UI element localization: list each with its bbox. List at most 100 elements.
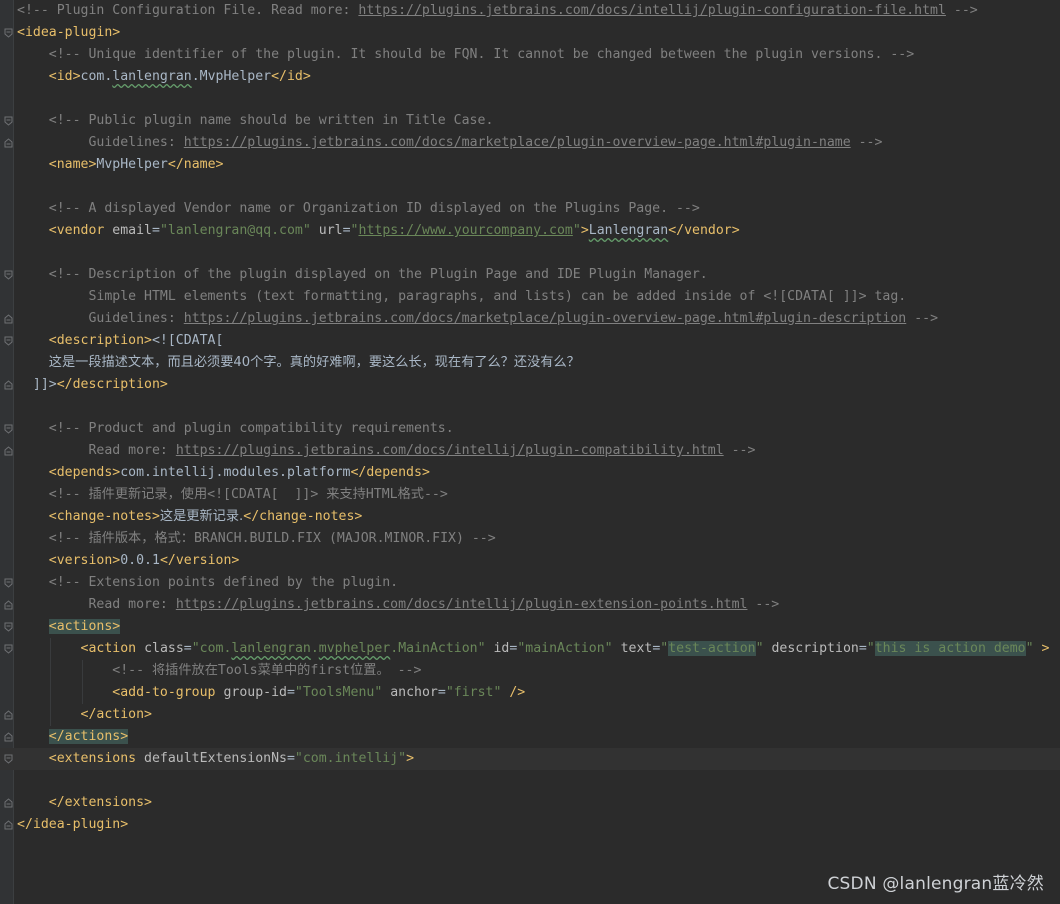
code-line[interactable]: [0, 396, 1060, 418]
code-line[interactable]: </extensions>: [0, 792, 1060, 814]
fold-close-icon[interactable]: [4, 138, 13, 148]
code-area[interactable]: <!-- Plugin Configuration File. Read mor…: [0, 0, 1060, 904]
code-token: lanlengran: [112, 69, 192, 84]
code-token[interactable]: https://www.yourcompany.com: [359, 223, 573, 238]
code-token: com.: [80, 69, 113, 84]
fold-close-icon[interactable]: [4, 600, 13, 610]
code-line[interactable]: Simple HTML elements (text formatting, p…: [0, 286, 1060, 308]
code-line[interactable]: <add-to-group group-id="ToolsMenu" ancho…: [0, 682, 1060, 704]
code-line[interactable]: <!-- 插件版本，格式：BRANCH.BUILD.FIX (MAJOR.MIN…: [0, 528, 1060, 550]
fold-close-icon[interactable]: [4, 380, 13, 390]
fold-open-icon[interactable]: [4, 28, 13, 38]
code-token: >: [580, 223, 589, 238]
code-line[interactable]: <depends>com.intellij.modules.platform</…: [0, 462, 1060, 484]
code-line[interactable]: <!-- Description of the plugin displayed…: [0, 264, 1060, 286]
fold-close-icon[interactable]: [4, 820, 13, 830]
code-line[interactable]: <!-- 插件更新记录，使用<![CDATA[ ]]> 来支持HTML格式-->: [0, 484, 1060, 506]
code-token: id: [493, 641, 510, 656]
code-token: <vendor: [48, 223, 113, 238]
code-line[interactable]: </actions>: [0, 726, 1060, 748]
code-line[interactable]: ]]></description>: [0, 374, 1060, 396]
code-line[interactable]: <version>0.0.1</version>: [0, 550, 1060, 572]
code-token[interactable]: https://plugins.jetbrains.com/docs/intel…: [176, 597, 748, 612]
code-line[interactable]: [0, 176, 1060, 198]
code-token: 来支持: [326, 487, 366, 502]
code-token: ": [755, 641, 764, 656]
code-line[interactable]: 这是一段描述文本，而且必须要40个字。真的好难啊，要这么长，现在有了么？还没有么…: [0, 352, 1060, 374]
code-token[interactable]: https://plugins.jetbrains.com/docs/intel…: [358, 3, 946, 18]
code-token: <actions>: [48, 619, 121, 634]
code-line[interactable]: <id>com.lanlengran.MvpHelper</id>: [0, 66, 1060, 88]
code-token: <idea-plugin>: [17, 25, 121, 40]
xml-code-editor[interactable]: <!-- Plugin Configuration File. Read mor…: [0, 0, 1060, 904]
fold-open-icon[interactable]: [4, 270, 13, 280]
code-token: <!-- Description of the plugin displayed…: [48, 267, 708, 282]
code-line[interactable]: <!-- 将插件放在Tools菜单中的first位置。 -->: [0, 660, 1060, 682]
fold-open-icon[interactable]: [4, 578, 13, 588]
code-line[interactable]: </idea-plugin>: [0, 814, 1060, 836]
code-token: ": [866, 641, 875, 656]
code-line[interactable]: <vendor email="lanlengran@qq.com" url="h…: [0, 220, 1060, 242]
code-token[interactable]: https://plugins.jetbrains.com/docs/marke…: [184, 135, 851, 150]
code-line[interactable]: <actions>: [0, 616, 1060, 638]
code-line[interactable]: Guidelines: https://plugins.jetbrains.co…: [0, 132, 1060, 154]
fold-close-icon[interactable]: [4, 314, 13, 324]
code-token: =: [858, 641, 867, 656]
fold-close-icon[interactable]: [4, 446, 13, 456]
code-token[interactable]: https://plugins.jetbrains.com/docs/marke…: [184, 311, 907, 326]
code-token: .MainAction": [390, 641, 486, 656]
fold-open-icon[interactable]: [4, 336, 13, 346]
code-token: 格式: [397, 487, 424, 502]
code-line[interactable]: [0, 770, 1060, 792]
code-token: <name>: [48, 157, 97, 172]
code-line[interactable]: <!-- A displayed Vendor name or Organiza…: [0, 198, 1060, 220]
code-line[interactable]: [0, 242, 1060, 264]
code-token: />: [509, 685, 526, 700]
code-line[interactable]: <action class="com.lanlengran.mvphelper.…: [0, 638, 1060, 660]
fold-open-icon[interactable]: [4, 424, 13, 434]
code-token[interactable]: https://plugins.jetbrains.com/docs/intel…: [176, 443, 724, 458]
code-line[interactable]: Read more: https://plugins.jetbrains.com…: [0, 440, 1060, 462]
code-line[interactable]: <name>MvpHelper</name>: [0, 154, 1060, 176]
code-token: <extensions: [48, 751, 145, 766]
code-line[interactable]: <!-- Product and plugin compatibility re…: [0, 418, 1060, 440]
code-line[interactable]: Guidelines: https://plugins.jetbrains.co…: [0, 308, 1060, 330]
code-line[interactable]: <!-- Unique identifier of the plugin. It…: [0, 44, 1060, 66]
fold-open-icon[interactable]: [4, 622, 13, 632]
code-token: -->: [747, 597, 780, 612]
code-token: url: [318, 223, 343, 238]
code-token: </change-notes>: [243, 509, 363, 524]
fold-close-icon[interactable]: [4, 732, 13, 742]
code-line[interactable]: [0, 88, 1060, 110]
code-token: <action: [80, 641, 145, 656]
code-line[interactable]: <!-- Public plugin name should be writte…: [0, 110, 1060, 132]
code-token: <description>: [48, 333, 152, 348]
fold-open-icon[interactable]: [4, 116, 13, 126]
code-line[interactable]: </action>: [0, 704, 1060, 726]
code-token: <change-notes>: [48, 509, 160, 524]
code-line[interactable]: <extensions defaultExtensionNs="com.inte…: [0, 748, 1060, 770]
code-line[interactable]: Read more: https://plugins.jetbrains.com…: [0, 594, 1060, 616]
fold-open-icon[interactable]: [4, 644, 13, 654]
fold-open-icon[interactable]: [4, 754, 13, 764]
code-token: -->: [906, 311, 939, 326]
code-line[interactable]: <!-- Plugin Configuration File. Read mor…: [0, 0, 1060, 22]
code-line[interactable]: <!-- Extension points defined by the plu…: [0, 572, 1060, 594]
fold-close-icon[interactable]: [4, 798, 13, 808]
code-token: <!-- Unique identifier of the plugin. It…: [48, 47, 915, 62]
code-line[interactable]: <idea-plugin>: [0, 22, 1060, 44]
code-token: HTML: [365, 487, 398, 502]
code-line[interactable]: <description><![CDATA[: [0, 330, 1060, 352]
fold-close-icon[interactable]: [4, 710, 13, 720]
code-line[interactable]: <change-notes>这是更新记录.</change-notes>: [0, 506, 1060, 528]
code-token: 插件更新记录，使用: [88, 487, 208, 502]
